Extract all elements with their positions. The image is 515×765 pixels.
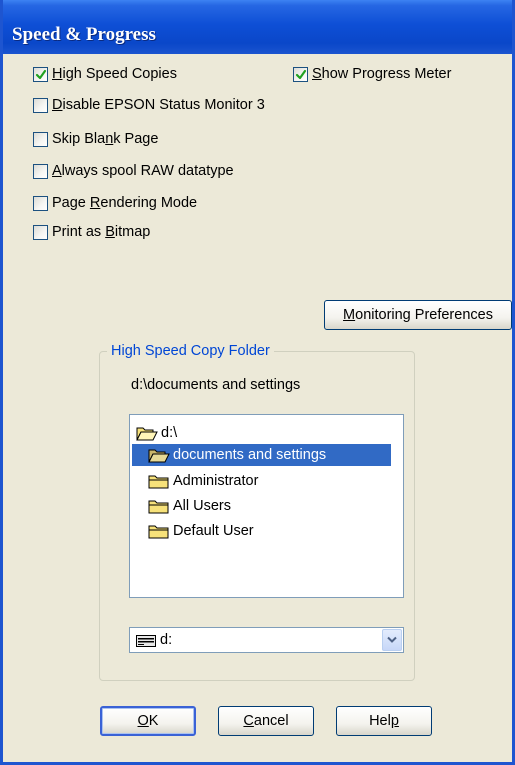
always-spool-raw-checkbox[interactable]: Always spool RAW datatype — [33, 161, 234, 181]
folder-item-label: Default User — [173, 523, 254, 539]
current-path-label: d:\documents and settings — [131, 377, 301, 393]
chevron-down-icon — [387, 636, 397, 643]
print-as-bitmap-checkbox[interactable]: Print as Bitmap — [33, 222, 150, 242]
high-speed-copies-checkbox[interactable]: High Speed Copies — [33, 64, 177, 84]
checkmark-icon — [35, 69, 47, 79]
show-progress-meter-checkbox[interactable]: Show Progress Meter — [293, 64, 451, 84]
checkbox-box[interactable] — [33, 195, 48, 211]
checkbox-box[interactable] — [33, 66, 48, 82]
open-folder-icon — [136, 427, 158, 441]
page-rendering-mode-checkbox[interactable]: Page Rendering Mode — [33, 193, 197, 213]
monitoring-preferences-button[interactable]: Monitoring Preferences — [324, 300, 512, 330]
checkbox-box[interactable] — [33, 131, 48, 147]
drive-select[interactable]: d: — [129, 627, 404, 653]
always-spool-raw-label: Always spool RAW datatype — [52, 163, 234, 179]
folder-item-default-user[interactable]: Default User — [148, 520, 254, 542]
disable-status-monitor-checkbox[interactable]: Disable EPSON Status Monitor 3 — [33, 95, 265, 115]
folder-item-label: All Users — [173, 498, 232, 514]
page-rendering-mode-label: Page Rendering Mode — [52, 195, 198, 211]
checkbox-box[interactable] — [33, 163, 48, 179]
high-speed-copies-label: High Speed Copies — [52, 66, 177, 82]
folder-icon — [148, 475, 169, 489]
checkbox-box[interactable] — [293, 66, 308, 82]
title-bar[interactable]: Speed & Progress — [3, 0, 512, 54]
checkbox-box[interactable] — [33, 224, 48, 240]
speed-progress-dialog: Speed & Progress High Speed Copies Show … — [0, 0, 515, 765]
folder-icon — [148, 500, 169, 514]
show-progress-meter-label: Show Progress Meter — [312, 66, 452, 82]
folder-tree-list[interactable]: d:\ documents and settings Administrator… — [129, 414, 404, 598]
dropdown-arrow-button[interactable] — [382, 629, 402, 651]
help-button[interactable]: Hel p — [336, 706, 432, 736]
group-title: High Speed Copy Folder — [107, 343, 274, 359]
skip-blank-page-label: Skip Blank Page — [52, 131, 159, 147]
skip-blank-page-checkbox[interactable]: Skip Blank Page — [33, 129, 158, 149]
ok-button[interactable]: OK — [100, 706, 196, 736]
disable-status-monitor-label: Disable EPSON Status Monitor 3 — [52, 97, 265, 113]
print-as-bitmap-label: Print as Bitmap — [52, 224, 151, 240]
folder-icon — [148, 525, 169, 539]
open-folder-icon — [148, 449, 170, 463]
drive-value: d: — [160, 632, 173, 648]
folder-item-drive-root[interactable]: d:\ — [136, 422, 177, 444]
cancel-button[interactable]: Cancel — [218, 706, 314, 736]
folder-item-label: d:\ — [161, 425, 178, 441]
checkbox-box[interactable] — [33, 97, 48, 113]
folder-item-label: Administrator — [173, 473, 259, 489]
folder-item-documents-and-settings[interactable]: documents and settings — [132, 444, 391, 466]
window-title: Speed & Progress — [12, 24, 156, 45]
folder-item-all-users[interactable]: All Users — [148, 495, 231, 517]
folder-item-label: documents and settings — [173, 447, 327, 463]
drive-icon — [136, 635, 156, 647]
folder-item-administrator[interactable]: Administrator — [148, 470, 258, 492]
checkmark-icon — [295, 69, 307, 79]
